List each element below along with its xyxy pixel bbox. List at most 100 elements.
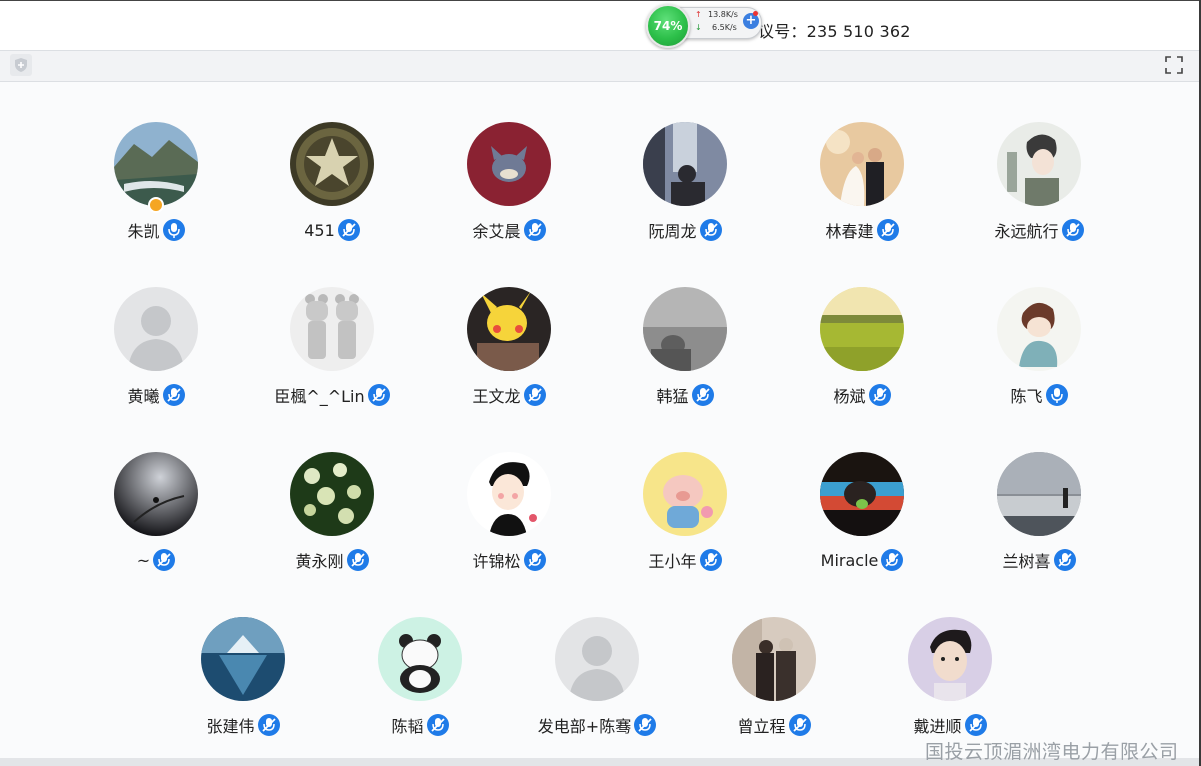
participant-name: 451 — [304, 220, 335, 240]
participant-tile[interactable]: 余艾晨 — [421, 122, 597, 252]
memory-usage-ball[interactable]: 74% — [646, 4, 690, 48]
participant-name: 陈韬 — [391, 717, 424, 736]
security-button[interactable] — [10, 54, 32, 76]
avatar[interactable] — [997, 287, 1081, 371]
avatar[interactable] — [643, 287, 727, 371]
mic-muted-icon[interactable] — [964, 714, 987, 736]
participant-name-row: 余艾晨 — [421, 218, 597, 242]
mic-muted-icon[interactable] — [426, 714, 449, 736]
participant-tile[interactable]: 陈韬 — [332, 617, 508, 747]
mic-muted-icon[interactable] — [367, 384, 390, 406]
avatar[interactable] — [820, 452, 904, 536]
participant-tile[interactable]: 451 — [244, 122, 420, 252]
avatar[interactable] — [467, 452, 551, 536]
participant-name: 朱凯 — [127, 222, 160, 241]
mic-muted-icon[interactable] — [634, 714, 657, 736]
participant-name-row: Miracle — [774, 548, 950, 572]
mic-muted-icon[interactable] — [153, 549, 176, 571]
avatar[interactable] — [643, 122, 727, 206]
avatar[interactable] — [908, 617, 992, 701]
avatar[interactable] — [467, 122, 551, 206]
shield-icon — [15, 58, 27, 72]
avatar[interactable] — [290, 452, 374, 536]
participant-name-row: 王文龙 — [421, 383, 597, 407]
avatar-image — [467, 122, 551, 206]
avatar-image — [290, 287, 374, 371]
mic-muted-icon[interactable] — [1053, 549, 1076, 571]
participant-tile[interactable]: 陈飞 — [951, 287, 1127, 417]
avatar[interactable] — [820, 122, 904, 206]
participant-tile[interactable]: 臣楓^_^Lin — [244, 287, 420, 417]
participant-name: 余艾晨 — [472, 222, 521, 241]
avatar[interactable] — [201, 617, 285, 701]
mic-muted-icon[interactable] — [881, 549, 904, 571]
mic-muted-icon[interactable] — [162, 384, 185, 406]
avatar[interactable] — [378, 617, 462, 701]
avatar-image — [732, 617, 816, 701]
participant-name-row: 许锦松 — [421, 548, 597, 572]
avatar[interactable] — [114, 287, 198, 371]
participant-tile[interactable]: 黄永刚 — [244, 452, 420, 582]
mic-muted-icon[interactable] — [699, 549, 722, 571]
mic-muted-icon[interactable] — [1061, 219, 1084, 241]
mic-muted-icon[interactable] — [523, 219, 546, 241]
toolbar — [0, 50, 1199, 82]
participant-tile[interactable]: 韩猛 — [597, 287, 773, 417]
mic-on-icon[interactable] — [162, 219, 185, 241]
avatar[interactable] — [997, 122, 1081, 206]
mic-muted-icon[interactable] — [346, 549, 369, 571]
mic-muted-icon[interactable] — [523, 384, 546, 406]
participant-name: 王小年 — [648, 552, 697, 571]
mic-muted-icon[interactable] — [523, 549, 546, 571]
mic-muted-icon[interactable] — [788, 714, 811, 736]
host-icon — [148, 197, 164, 213]
mic-on-icon[interactable] — [1045, 384, 1068, 406]
mic-muted-icon[interactable] — [699, 219, 722, 241]
participant-tile[interactable]: 发电部+陈骞 — [509, 617, 685, 747]
avatar-image — [997, 122, 1081, 206]
avatar[interactable] — [555, 617, 639, 701]
participant-tile[interactable]: 林春建 — [774, 122, 950, 252]
participant-tile[interactable]: 杨斌 — [774, 287, 950, 417]
participant-tile[interactable]: 王文龙 — [421, 287, 597, 417]
avatar[interactable] — [997, 452, 1081, 536]
participant-name-row: 兰树喜 — [951, 548, 1127, 572]
participant-tile[interactable]: 张建伟 — [155, 617, 331, 747]
avatar[interactable] — [114, 452, 198, 536]
participant-name: 曾立程 — [737, 717, 786, 736]
participant-tile[interactable]: ~ — [68, 452, 244, 582]
mic-muted-icon[interactable] — [337, 219, 360, 241]
mic-muted-icon[interactable] — [868, 384, 891, 406]
avatar[interactable] — [290, 122, 374, 206]
fullscreen-icon — [1165, 56, 1183, 74]
notification-dot — [753, 11, 758, 16]
avatar-image — [114, 452, 198, 536]
avatar[interactable] — [114, 122, 198, 206]
mic-muted-icon[interactable] — [257, 714, 280, 736]
participant-tile[interactable]: 兰树喜 — [951, 452, 1127, 582]
participant-tile[interactable]: 黄曦 — [68, 287, 244, 417]
participant-tile[interactable]: 朱凯 — [68, 122, 244, 252]
participant-tile[interactable]: 王小年 — [597, 452, 773, 582]
avatar[interactable] — [820, 287, 904, 371]
fullscreen-button[interactable] — [1163, 54, 1185, 76]
network-speed-widget[interactable]: ↑ 13.8K/s ↓ 6.5K/s + 74% — [646, 4, 764, 48]
avatar[interactable] — [732, 617, 816, 701]
participant-tile[interactable]: 永远航行 — [951, 122, 1127, 252]
participant-name: 戴进顺 — [913, 717, 962, 736]
participant-name: ~ — [136, 550, 151, 570]
participant-tile[interactable]: 曾立程 — [686, 617, 862, 747]
avatar-image — [820, 287, 904, 371]
mic-muted-icon[interactable] — [876, 219, 899, 241]
mic-muted-icon[interactable] — [691, 384, 714, 406]
avatar-image — [290, 452, 374, 536]
avatar[interactable] — [643, 452, 727, 536]
participant-tile[interactable]: 阮周龙 — [597, 122, 773, 252]
participant-tile[interactable]: 戴进顺 — [862, 617, 1038, 747]
memory-usage-percent: 74% — [653, 19, 683, 33]
participant-name: 发电部+陈骞 — [537, 717, 632, 736]
avatar[interactable] — [290, 287, 374, 371]
participant-tile[interactable]: 许锦松 — [421, 452, 597, 582]
participant-tile[interactable]: Miracle — [774, 452, 950, 582]
avatar[interactable] — [467, 287, 551, 371]
